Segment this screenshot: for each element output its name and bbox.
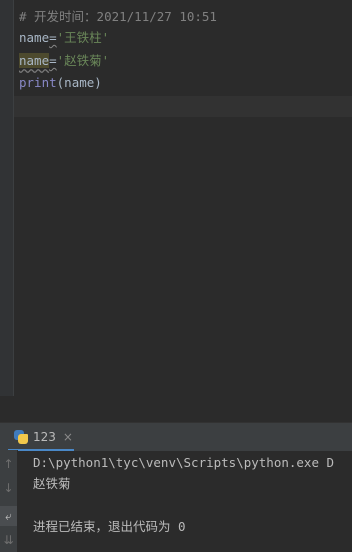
close-paren: ): [94, 75, 102, 90]
builtin-function: print: [19, 75, 57, 90]
assign-operator: =: [49, 53, 57, 68]
console-output-line: 赵铁菊: [33, 476, 71, 491]
string-literal: '王铁柱': [56, 30, 110, 45]
editor-gutter: [0, 0, 14, 396]
code-line-4: print(name): [19, 73, 102, 93]
current-line-highlight: [14, 96, 352, 117]
string-literal: '赵铁菊': [56, 53, 110, 68]
editor-bottom-area: [0, 396, 352, 422]
code-line-2: name='王铁柱': [19, 28, 109, 48]
console-output[interactable]: D:\python1\tyc\venv\Scripts\python.exe D…: [33, 450, 352, 552]
variable-name: name: [19, 30, 50, 45]
arrow-up-icon[interactable]: ↑: [0, 454, 17, 474]
console-exit-message: 进程已结束，退出代码为 0: [33, 519, 186, 534]
scroll-to-end-icon[interactable]: ⇊: [0, 530, 17, 550]
soft-wrap-icon[interactable]: ⤶: [0, 506, 17, 526]
code-editor[interactable]: # 开发时间：2021/11/27 10:51 name='王铁柱' name=…: [0, 0, 352, 396]
close-icon[interactable]: ×: [63, 430, 73, 444]
run-panel: 123 × ↑ ↓ ⤶ ⇊ D:\python1\tyc\venv\Script…: [0, 422, 352, 552]
code-line-3: name='赵铁菊': [19, 51, 109, 71]
code-line-comment: # 开发时间：2021/11/27 10:51: [19, 9, 217, 24]
arrow-down-icon[interactable]: ↓: [0, 478, 17, 498]
variable-name-highlighted: name: [19, 53, 50, 68]
run-toolbar: ↑ ↓ ⤶ ⇊: [0, 450, 18, 552]
console-command-line: D:\python1\tyc\venv\Scripts\python.exe D: [33, 455, 335, 470]
argument: name: [64, 75, 95, 90]
assign-operator: =: [49, 30, 57, 45]
run-panel-header: 123 ×: [0, 422, 352, 451]
python-icon: [14, 430, 28, 444]
run-tab-label: 123: [33, 430, 56, 444]
run-tab[interactable]: 123 ×: [8, 423, 79, 451]
